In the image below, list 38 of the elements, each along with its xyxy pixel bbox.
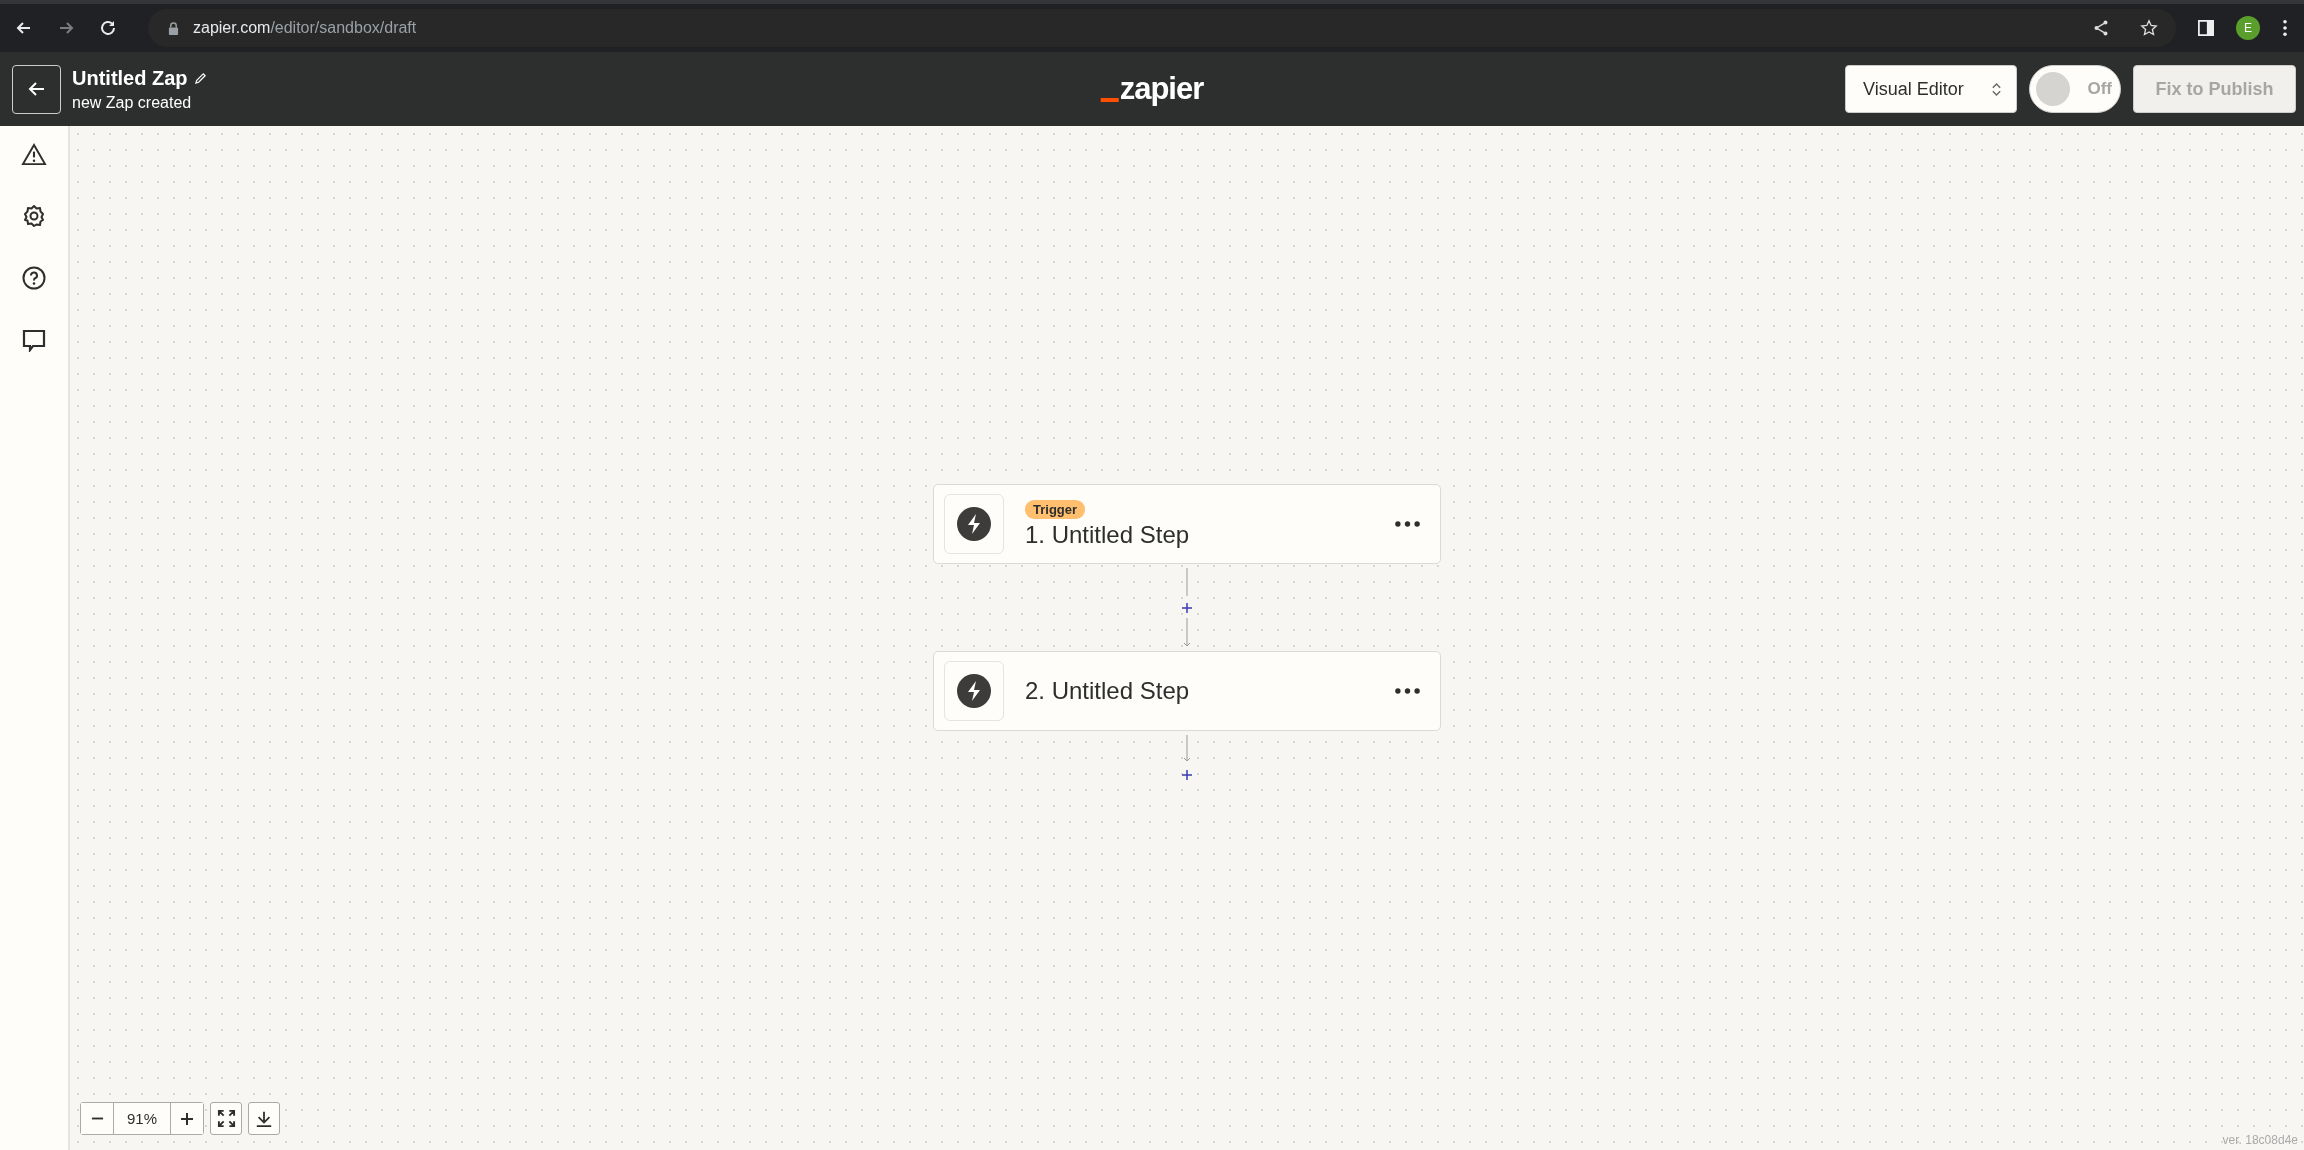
plus-icon bbox=[180, 1111, 194, 1126]
address-bar[interactable]: zapier.com/editor/sandbox/draft bbox=[148, 9, 2176, 47]
expand-icon bbox=[216, 1109, 236, 1128]
step-title: 1. Untitled Step bbox=[1025, 520, 1190, 549]
connector-arrow bbox=[1182, 735, 1192, 763]
connector-line bbox=[1186, 568, 1188, 596]
download-button[interactable] bbox=[248, 1102, 280, 1135]
lightning-icon bbox=[957, 674, 991, 708]
star-icon[interactable] bbox=[2140, 19, 2158, 37]
reload-icon[interactable] bbox=[98, 18, 118, 38]
step-title: 2. Untitled Step bbox=[1025, 677, 1190, 705]
chevron-up-down-icon bbox=[1991, 80, 2002, 98]
fit-view-button[interactable] bbox=[210, 1102, 242, 1135]
zapier-logo: zapier bbox=[1100, 71, 1204, 107]
step-card[interactable]: 2. Untitled Step bbox=[933, 651, 1441, 731]
add-step-icon[interactable] bbox=[1181, 769, 1193, 781]
settings-icon[interactable] bbox=[22, 204, 46, 228]
step-card[interactable]: Trigger 1. Untitled Step bbox=[933, 484, 1441, 564]
editor-select[interactable]: Visual Editor bbox=[1845, 65, 2017, 113]
more-icon[interactable] bbox=[2282, 19, 2288, 37]
lock-icon bbox=[168, 21, 179, 35]
share-icon[interactable] bbox=[2092, 19, 2110, 37]
help-icon[interactable] bbox=[22, 266, 46, 290]
comment-icon[interactable] bbox=[22, 328, 46, 352]
more-options-icon[interactable] bbox=[1395, 688, 1420, 694]
more-options-icon[interactable] bbox=[1395, 521, 1420, 527]
lightning-icon bbox=[957, 507, 991, 541]
connector-arrow bbox=[1182, 618, 1192, 648]
download-icon bbox=[255, 1109, 273, 1128]
zap-status: new Zap created bbox=[72, 93, 193, 112]
trigger-badge: Trigger bbox=[1025, 499, 1086, 519]
add-step-icon[interactable] bbox=[1181, 602, 1193, 614]
version-label: ver. 18c08d4e bbox=[2222, 1133, 2298, 1147]
zap-title[interactable]: Untitled Zap bbox=[72, 66, 188, 90]
warning-icon[interactable] bbox=[21, 143, 47, 166]
pencil-icon[interactable] bbox=[193, 71, 207, 85]
back-button[interactable] bbox=[12, 64, 61, 114]
side-panel-icon[interactable] bbox=[2198, 20, 2214, 36]
